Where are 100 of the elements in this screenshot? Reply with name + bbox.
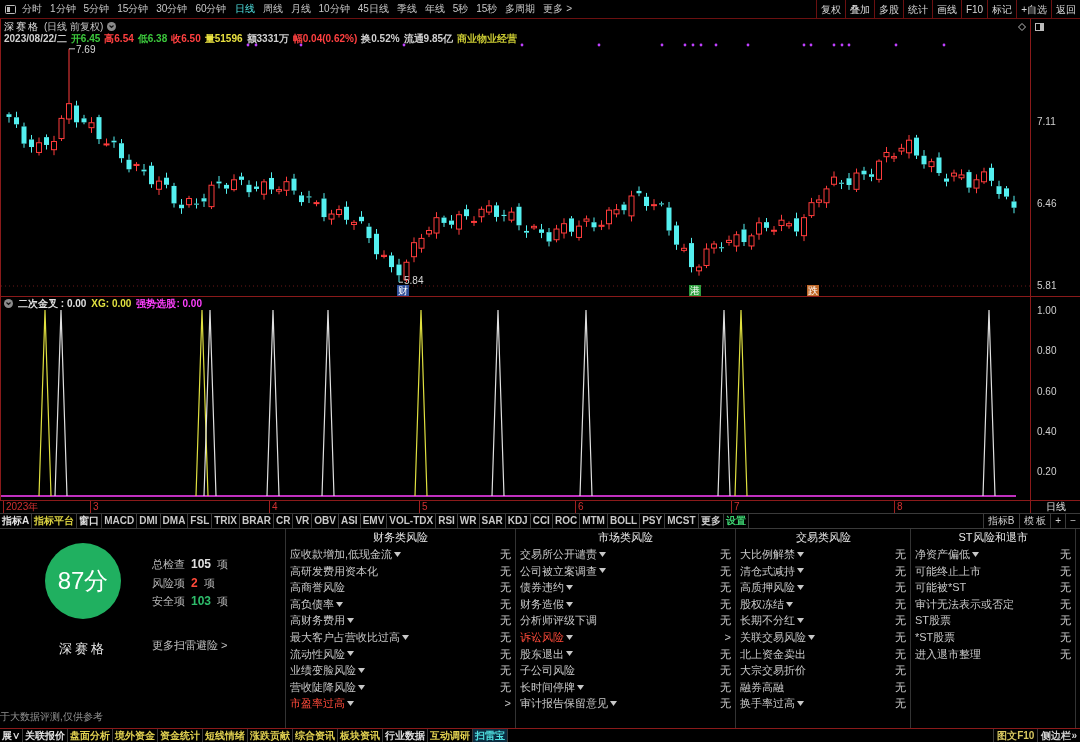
period-tab[interactable]: 45日线: [355, 0, 391, 18]
caret-down-icon[interactable]: [808, 634, 815, 640]
risk-item[interactable]: 最大客户占营收比过高: [290, 629, 400, 646]
toolbar-button[interactable]: F10: [960, 0, 988, 18]
caret-down-icon[interactable]: [336, 601, 343, 607]
toolbar-button[interactable]: 叠加: [844, 0, 874, 18]
risk-item[interactable]: 财务造假: [520, 595, 564, 613]
period-tab[interactable]: 年线: [422, 0, 447, 18]
risk-item[interactable]: 关联交易风险: [740, 629, 806, 646]
event-marker[interactable]: 财: [397, 285, 409, 296]
more-scan-link[interactable]: 更多扫雷避险 >: [152, 636, 228, 653]
caret-down-icon[interactable]: [566, 601, 573, 607]
bottom-tab[interactable]: 板块资讯: [338, 729, 383, 742]
caret-down-icon[interactable]: [797, 701, 804, 707]
caret-down-icon[interactable]: [797, 568, 804, 574]
indicator-tab[interactable]: BOLL: [607, 514, 641, 528]
toolbar-button[interactable]: 多股: [873, 0, 903, 18]
toolbar-button[interactable]: 标记: [987, 0, 1017, 18]
bottom-tab[interactable]: 扫雷宝: [473, 729, 508, 742]
sidebar-button[interactable]: 侧边栏»: [1037, 729, 1080, 742]
risk-item[interactable]: 业绩变脸风险: [290, 662, 356, 679]
dropdown-circle-icon[interactable]: [107, 22, 117, 31]
bottom-tab[interactable]: 资金统计: [158, 729, 203, 742]
dropdown-circle-icon[interactable]: [4, 299, 13, 308]
indicator-tab[interactable]: 指标A: [0, 514, 33, 528]
risk-item[interactable]: 长时间停牌: [520, 678, 575, 696]
indicator-tab[interactable]: DMI: [137, 514, 161, 528]
risk-item[interactable]: 大比例解禁: [740, 546, 795, 563]
period-tab[interactable]: 60分钟: [193, 0, 229, 18]
risk-item[interactable]: 交易所公开谴责: [520, 546, 597, 563]
window-icon[interactable]: [1035, 23, 1044, 31]
diamond-icon[interactable]: [1018, 23, 1026, 31]
risk-item[interactable]: 公司被立案调查: [520, 562, 597, 580]
caret-down-icon[interactable]: [394, 551, 402, 557]
indicator-tab[interactable]: KDJ: [505, 514, 531, 528]
indicator-tab[interactable]: CCI: [530, 514, 553, 528]
indicator-tab[interactable]: 设置: [723, 514, 749, 528]
indicator-tab[interactable]: MACD: [102, 514, 138, 528]
period-tab[interactable]: 月线: [288, 0, 313, 18]
risk-item[interactable]: 应收款增加,低现金流: [290, 546, 393, 563]
risk-item[interactable]: 清仓式减持: [740, 562, 795, 580]
period-tab[interactable]: 周线: [260, 0, 285, 18]
indicator-tab[interactable]: VOL-TDX: [387, 514, 437, 528]
period-tab[interactable]: 更多 >: [541, 0, 575, 18]
indicator-tab[interactable]: TRIX: [212, 514, 241, 528]
toolbar-button[interactable]: 返回: [1051, 0, 1080, 18]
caret-down-icon[interactable]: [610, 701, 617, 707]
caret-down-icon[interactable]: [599, 551, 606, 557]
toolbar-button[interactable]: +自选: [1016, 0, 1051, 18]
event-marker[interactable]: 跌: [807, 285, 819, 296]
indicator-tab[interactable]: PSY: [640, 514, 666, 528]
indicator-tab[interactable]: EMV: [360, 514, 388, 528]
period-tab[interactable]: 季线: [394, 0, 419, 18]
risk-item[interactable]: 营收陡降风险: [290, 678, 356, 696]
indicator-tab[interactable]: OBV: [312, 514, 339, 528]
bottom-tab[interactable]: 行业数据: [383, 729, 428, 742]
caret-down-icon[interactable]: [347, 701, 354, 707]
indicator-tab[interactable]: 窗口: [77, 514, 103, 528]
period-tab[interactable]: 10分钟: [316, 0, 352, 18]
indicator-tab[interactable]: SAR: [479, 514, 506, 528]
bottom-tab[interactable]: 涨跌贡献: [248, 729, 293, 742]
risk-item[interactable]: 审计报告保留意见: [520, 695, 608, 712]
period-tab[interactable]: 15分钟: [115, 0, 151, 18]
period-button[interactable]: 日线: [1045, 501, 1066, 513]
caret-down-icon[interactable]: [347, 651, 354, 657]
period-tab[interactable]: 30分钟: [154, 0, 190, 18]
risk-item[interactable]: 换手率过高: [740, 695, 795, 712]
caret-down-icon[interactable]: [358, 684, 365, 690]
toolbar-button[interactable]: 画线: [931, 0, 961, 18]
bottom-tab[interactable]: 境外资金: [113, 729, 158, 742]
period-tab[interactable]: 5分钟: [81, 0, 112, 18]
indicator-tab[interactable]: CR: [273, 514, 294, 528]
period-tab[interactable]: 15秒: [474, 0, 500, 18]
risk-item[interactable]: 诉讼风险: [520, 629, 564, 646]
period-tab[interactable]: 分时: [20, 0, 44, 18]
caret-down-icon[interactable]: [786, 601, 793, 607]
caret-down-icon[interactable]: [599, 568, 606, 574]
panel-icon[interactable]: [5, 4, 16, 14]
indicator-tab[interactable]: 指标平台: [32, 514, 78, 528]
risk-item[interactable]: 债券违约: [520, 579, 564, 596]
risk-item[interactable]: 高负债率: [290, 595, 334, 613]
indicator-tab[interactable]: FSL: [188, 514, 213, 528]
period-tab[interactable]: 1分钟: [48, 0, 78, 18]
indicator-tab[interactable]: VR: [293, 514, 313, 528]
caret-down-icon[interactable]: [358, 667, 365, 673]
caret-down-icon[interactable]: [402, 634, 409, 640]
toolbar-button[interactable]: 复权: [815, 0, 845, 18]
bottom-tab[interactable]: 短线情绪: [203, 729, 248, 742]
toolbar-button[interactable]: 统计: [902, 0, 932, 18]
indicator-tab[interactable]: MCST: [665, 514, 699, 528]
caret-down-icon[interactable]: [797, 618, 804, 624]
risk-item[interactable]: 长期不分红: [740, 612, 795, 629]
caret-down-icon[interactable]: [972, 551, 979, 557]
caret-down-icon[interactable]: [347, 618, 354, 624]
risk-item[interactable]: 市盈率过高: [290, 695, 345, 712]
indicator-tab[interactable]: 模 板: [1018, 514, 1051, 528]
risk-item[interactable]: 流动性风险: [290, 645, 345, 663]
indicator-tab[interactable]: RSI: [436, 514, 458, 528]
indicator-tab[interactable]: BRAR: [240, 514, 274, 528]
caret-down-icon[interactable]: [577, 684, 584, 690]
